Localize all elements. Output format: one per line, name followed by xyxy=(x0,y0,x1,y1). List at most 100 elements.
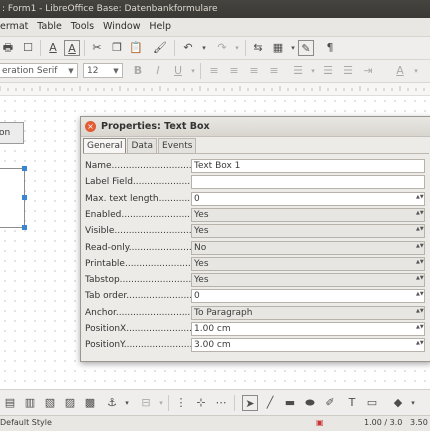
callout-icon[interactable]: ▭ xyxy=(364,395,380,411)
justify-icon[interactable]: ≡ xyxy=(266,63,282,79)
cut-icon[interactable]: ✂ xyxy=(89,40,105,56)
spin-arrows-icon[interactable]: ▲▼ xyxy=(416,194,424,200)
text-box-tool-icon[interactable]: T xyxy=(344,395,360,411)
align-right-icon[interactable]: ≡ xyxy=(246,63,262,79)
menu-window[interactable]: Window xyxy=(100,18,143,36)
align-left-icon[interactable]: ≡ xyxy=(206,63,222,79)
property-value-field[interactable]: 3.00 cm ▲▼ xyxy=(191,338,425,353)
chevron-down-icon[interactable]: ▲▼ xyxy=(416,275,424,281)
property-value-field[interactable]: Yes ▲▼ xyxy=(191,273,425,288)
property-value-field[interactable] xyxy=(191,175,425,190)
menu-format[interactable]: ermat xyxy=(0,18,31,36)
ordered-list-icon[interactable]: ☰ xyxy=(340,63,356,79)
wrap-right-icon[interactable]: ▩ xyxy=(82,395,98,411)
font-color-icon[interactable]: A xyxy=(392,63,408,79)
display-grid-icon[interactable]: ⋮ xyxy=(173,395,189,411)
form-push-button-label: on xyxy=(0,128,11,138)
basic-shapes-icon[interactable]: ◆ xyxy=(390,395,406,411)
tab-events[interactable]: Events xyxy=(157,138,197,153)
ellipse-icon[interactable]: ⬬ xyxy=(302,395,318,411)
spin-arrows-icon[interactable]: ▲▼ xyxy=(416,291,424,297)
chevron-down-icon[interactable]: ▲▼ xyxy=(416,210,424,216)
chevron-down-icon[interactable]: ▲▼ xyxy=(416,259,424,265)
wrap-page-icon[interactable]: ▥ xyxy=(22,395,38,411)
anchor-dropdown-icon[interactable]: ▾ xyxy=(119,395,135,411)
align-objects-icon[interactable]: ⊟ xyxy=(138,395,154,411)
select-pointer-icon[interactable]: ➤ xyxy=(242,395,258,411)
undo-dropdown-icon[interactable]: ▾ xyxy=(196,40,212,56)
close-icon[interactable]: × xyxy=(85,121,96,132)
chevron-down-icon[interactable]: ▼ xyxy=(66,64,76,77)
chevron-down-icon[interactable]: ▲▼ xyxy=(416,308,424,314)
redo-icon[interactable]: ↷ xyxy=(214,40,230,56)
page-style[interactable]: Default Style xyxy=(0,416,52,430)
align-objects-dropdown-icon[interactable]: ▾ xyxy=(153,395,169,411)
wrap-ideal-icon[interactable]: ▧ xyxy=(42,395,58,411)
property-value-field[interactable]: Yes ▲▼ xyxy=(191,224,425,239)
bold-icon[interactable]: B xyxy=(130,63,146,79)
wrap-left-icon[interactable]: ▨ xyxy=(62,395,78,411)
underline-icon[interactable]: U xyxy=(170,63,186,79)
window-title: : Form1 - LibreOffice Base: Datenbankfor… xyxy=(2,4,218,14)
property-value-field[interactable]: No ▲▼ xyxy=(191,240,425,255)
tab-data[interactable]: Data xyxy=(127,138,157,153)
line-spacing-icon[interactable]: ☰ xyxy=(290,63,306,79)
table-icon[interactable]: ▦ xyxy=(270,40,286,56)
font-color-dropdown-icon[interactable]: ▾ xyxy=(408,63,424,79)
font-size-combo[interactable]: 12 ▼ xyxy=(83,63,123,78)
undo-icon[interactable]: ↶ xyxy=(180,40,196,56)
chevron-down-icon[interactable]: ▼ xyxy=(111,64,121,77)
align-center-icon[interactable]: ≡ xyxy=(226,63,242,79)
chevron-down-icon[interactable]: ▲▼ xyxy=(416,243,424,249)
chevron-down-icon[interactable]: ▲▼ xyxy=(416,226,424,232)
menu-tools[interactable]: Tools xyxy=(68,18,97,36)
property-value-field[interactable]: Text Box 1 xyxy=(191,159,425,173)
basic-shapes-dropdown-icon[interactable]: ▾ xyxy=(405,395,421,411)
font-name-combo[interactable]: eration Serif ▼ xyxy=(0,63,78,78)
property-value-field[interactable]: 0 ▲▼ xyxy=(191,289,425,304)
snap-to-grid-icon[interactable]: ⊹ xyxy=(193,395,209,411)
document-modified-icon[interactable]: ▣ xyxy=(316,416,324,430)
rectangle-icon[interactable]: ▬ xyxy=(282,395,298,411)
autospell-icon[interactable]: A xyxy=(64,40,80,56)
unordered-list-icon[interactable]: ☰ xyxy=(320,63,336,79)
spin-arrows-icon[interactable]: ▲▼ xyxy=(416,340,424,346)
line-icon[interactable]: ╱ xyxy=(262,395,278,411)
property-value-field[interactable]: 1.00 cm ▲▼ xyxy=(191,322,425,336)
copy-icon[interactable]: ❐ xyxy=(109,40,125,56)
property-value-field[interactable]: Yes ▲▼ xyxy=(191,256,425,271)
hyperlink-icon[interactable]: ⇆ xyxy=(250,40,266,56)
horizontal-ruler[interactable] xyxy=(0,83,430,96)
selection-handle[interactable] xyxy=(22,166,27,171)
freeform-icon[interactable]: ✐ xyxy=(322,395,338,411)
form-push-button[interactable]: on xyxy=(0,122,24,144)
anchor-icon[interactable]: ⚓ xyxy=(104,395,120,411)
toolbar-divider xyxy=(200,63,201,79)
clone-formatting-icon[interactable]: 🖌 xyxy=(152,40,168,56)
property-row: Name............................... Text … xyxy=(83,158,429,174)
line-spacing-dropdown-icon[interactable]: ▾ xyxy=(305,63,321,79)
spin-arrows-icon[interactable]: ▲▼ xyxy=(416,324,424,330)
toolbar-divider xyxy=(168,395,169,411)
helplines-icon[interactable]: ⋯ xyxy=(213,395,229,411)
italic-icon[interactable]: I xyxy=(150,63,166,79)
print-icon[interactable]: 🖶 xyxy=(0,40,16,56)
wrap-off-icon[interactable]: ▤ xyxy=(2,395,18,411)
draw-functions-icon[interactable]: ✎ xyxy=(298,40,314,56)
underline-dropdown-icon[interactable]: ▾ xyxy=(185,63,201,79)
toggle-edit-icon[interactable]: ☐ xyxy=(20,40,36,56)
paste-icon[interactable]: 📋 xyxy=(128,40,144,56)
property-value-field[interactable]: Yes ▲▼ xyxy=(191,207,425,222)
property-label: Printable........................... xyxy=(85,258,203,269)
menu-help[interactable]: Help xyxy=(146,18,174,36)
selection-handle[interactable] xyxy=(22,195,27,200)
property-value-field[interactable]: 0 ▲▼ xyxy=(191,191,425,206)
menu-table[interactable]: Table xyxy=(34,18,65,36)
selection-handle[interactable] xyxy=(22,225,27,230)
redo-dropdown-icon[interactable]: ▾ xyxy=(229,40,245,56)
tab-general[interactable]: General xyxy=(83,138,127,153)
property-value-field[interactable]: To Paragraph ▲▼ xyxy=(191,305,425,320)
indent-icon[interactable]: ⇥ xyxy=(360,63,376,79)
spelling-icon[interactable]: A xyxy=(45,40,61,56)
formatting-marks-icon[interactable]: ¶ xyxy=(322,40,338,56)
